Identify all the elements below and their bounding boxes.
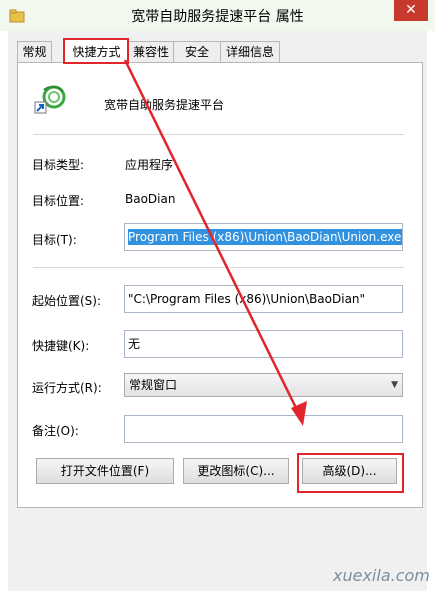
run-label: 运行方式(R): xyxy=(32,381,102,395)
tab-security[interactable]: 安全 xyxy=(173,41,221,62)
comment-field[interactable] xyxy=(124,415,403,443)
app-shortcut-icon xyxy=(34,85,66,114)
start-in-label: 起始位置(S): xyxy=(32,294,102,308)
app-name: 宽带自助服务提速平台 xyxy=(104,98,225,112)
target-location-label: 目标位置: xyxy=(32,194,85,208)
target-type-label: 目标类型: xyxy=(32,158,85,172)
target-location-value: BaoDian xyxy=(125,192,176,206)
watermark: xuexila.com xyxy=(333,566,430,585)
change-icon-button[interactable]: 更改图标(C)... xyxy=(183,458,289,484)
shortcut-key-label: 快捷键(K): xyxy=(32,339,90,353)
divider xyxy=(33,267,404,268)
close-button[interactable]: ✕ xyxy=(394,0,428,21)
open-file-location-button[interactable]: 打开文件位置(F) xyxy=(36,458,174,484)
title-bar: 宽带自助服务提速平台 属性 ✕ xyxy=(0,0,435,31)
target-value: Program Files (x86)\Union\BaoDian\Union.… xyxy=(128,229,402,245)
target-field[interactable]: Program Files (x86)\Union\BaoDian\Union.… xyxy=(124,223,403,251)
comment-label: 备注(O): xyxy=(32,424,79,438)
divider xyxy=(33,134,404,135)
run-dropdown[interactable]: 常规窗口 ▼ xyxy=(124,373,403,397)
tab-compatibility[interactable]: 兼容性 xyxy=(128,41,174,62)
advanced-button-highlight xyxy=(297,453,404,493)
window-title: 宽带自助服务提速平台 属性 xyxy=(131,9,304,25)
tab-general[interactable]: 常规 xyxy=(17,41,52,62)
chevron-down-icon: ▼ xyxy=(391,380,398,390)
run-selected-value: 常规窗口 xyxy=(129,378,178,392)
tab-details[interactable]: 详细信息 xyxy=(220,41,280,62)
target-type-value: 应用程序 xyxy=(125,158,174,172)
shortcut-tab-highlight xyxy=(63,38,129,64)
target-label: 目标(T): xyxy=(32,233,77,247)
shortcut-key-field[interactable]: 无 xyxy=(124,330,403,358)
start-in-field[interactable]: "C:\Program Files (x86)\Union\BaoDian" xyxy=(124,285,403,313)
